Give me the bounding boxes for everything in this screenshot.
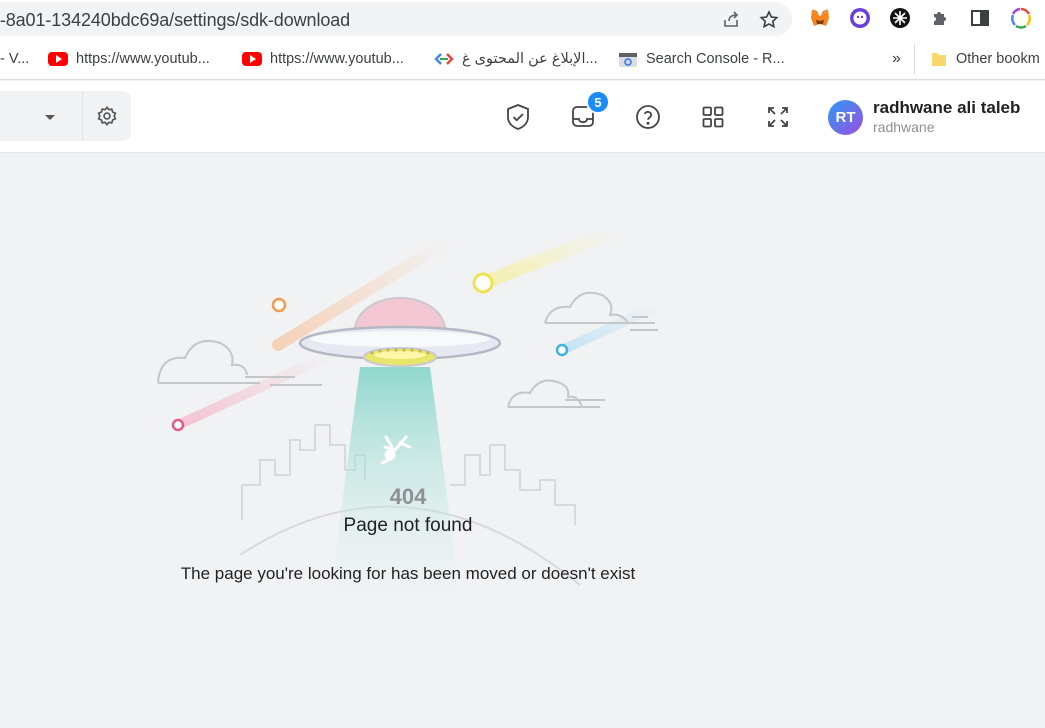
colorful-extension-icon[interactable] <box>1009 6 1033 30</box>
error-message: The page you're looking for has been mov… <box>180 564 636 583</box>
address-bar[interactable]: ae-8a01-134240bdc69a/settings/sdk-downlo… <box>0 2 792 36</box>
settings-button[interactable] <box>82 91 131 141</box>
error-code: 404 <box>389 484 427 509</box>
side-panel-icon[interactable] <box>968 6 992 30</box>
other-bookmarks-label: Other bookm <box>956 51 1040 67</box>
search-console-icon <box>619 53 637 67</box>
help-icon[interactable] <box>633 102 663 132</box>
bookmark-label: - V... <box>0 51 30 67</box>
bookmark-label: https://www.youtub... <box>76 51 210 67</box>
user-name[interactable]: radhwane ali taleb <box>873 98 1020 118</box>
ufo-illustration <box>157 226 665 595</box>
extension-face-icon[interactable] <box>848 6 872 30</box>
url-text[interactable]: ae-8a01-134240bdc69a/settings/sdk-downlo… <box>0 10 350 31</box>
fullscreen-icon[interactable] <box>763 102 793 132</box>
apps-grid-icon[interactable] <box>698 102 728 132</box>
youtube-icon <box>242 52 262 66</box>
bookmarks-divider <box>914 44 915 74</box>
caret-down-icon <box>45 115 55 120</box>
star-icon[interactable] <box>758 9 780 31</box>
shield-check-icon[interactable] <box>503 102 533 132</box>
folder-icon <box>932 53 946 66</box>
error-title: Page not found <box>343 515 473 536</box>
other-bookmarks[interactable]: Other bookm <box>930 48 1040 70</box>
notification-badge: 5 <box>586 90 610 114</box>
share-icon[interactable] <box>720 9 742 31</box>
bookmark-item[interactable]: https://www.youtub... <box>242 48 404 70</box>
bookmark-item[interactable]: - V... <box>0 48 29 70</box>
bookmark-item[interactable]: Search Console - R... <box>618 48 785 70</box>
google-code-icon <box>434 53 454 65</box>
bookmark-item[interactable]: الإبلاغ عن المحتوى غ... <box>434 48 598 70</box>
browser-toolbar: ae-8a01-134240bdc69a/settings/sdk-downlo… <box>0 0 1045 38</box>
starknet-extension-icon[interactable] <box>888 6 912 30</box>
user-username: radhwane <box>873 119 935 135</box>
bookmark-label: Search Console - R... <box>646 51 785 67</box>
youtube-icon <box>48 52 68 66</box>
gear-icon <box>97 105 117 127</box>
bookmark-label: الإبلاغ عن المحتوى غ... <box>462 51 598 67</box>
extensions-puzzle-icon[interactable] <box>928 6 952 30</box>
metamask-icon[interactable] <box>808 6 832 30</box>
bookmark-label: https://www.youtub... <box>270 51 404 67</box>
user-avatar[interactable]: RT <box>828 100 863 135</box>
bookmarks-bar: - V... https://www.youtub... https://www… <box>0 38 1045 80</box>
project-select[interactable] <box>0 91 82 141</box>
bookmark-item[interactable]: https://www.youtub... <box>48 48 210 70</box>
more-bookmarks-button[interactable]: » <box>892 48 901 70</box>
